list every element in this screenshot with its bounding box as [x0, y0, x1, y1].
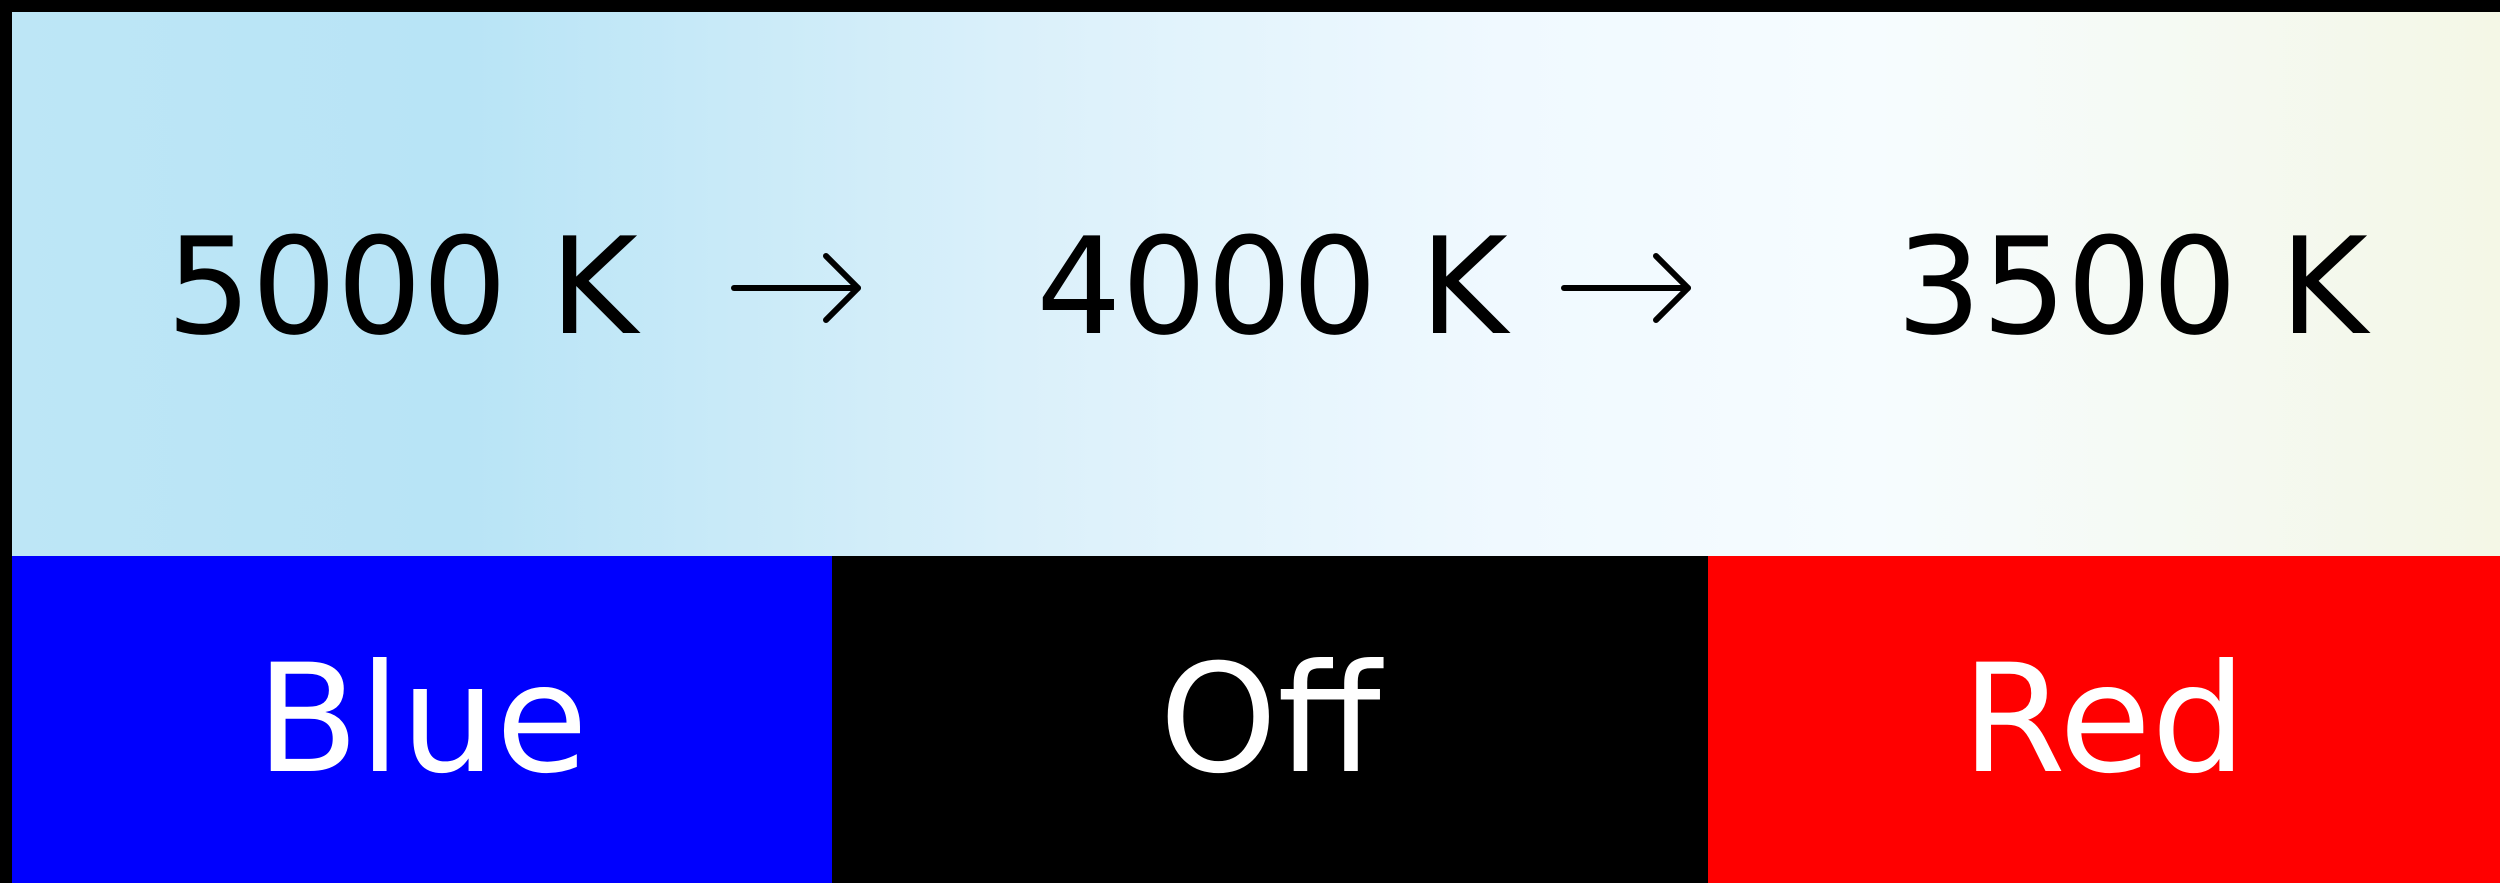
- color-temperature-diagram: 5000 K 4000 K 3500 K Blue Off Red: [0, 0, 2500, 883]
- temperature-label-3500k: 3500 K: [1896, 209, 2368, 365]
- mode-segment-blue: Blue: [12, 556, 832, 883]
- mode-label-blue: Blue: [256, 632, 588, 807]
- right-arrow-icon: [1561, 253, 1691, 323]
- temperature-gradient-band: 5000 K 4000 K 3500 K: [12, 12, 2500, 556]
- mode-segment-red: Red: [1708, 556, 2500, 883]
- mode-segment-off: Off: [832, 556, 1708, 883]
- temperature-label-4000k: 4000 K: [1036, 209, 1508, 365]
- mode-label-off: Off: [1159, 632, 1381, 807]
- right-arrow-icon: [731, 253, 861, 323]
- temperature-label-5000k: 5000 K: [166, 209, 638, 365]
- mode-label-red: Red: [1961, 632, 2247, 807]
